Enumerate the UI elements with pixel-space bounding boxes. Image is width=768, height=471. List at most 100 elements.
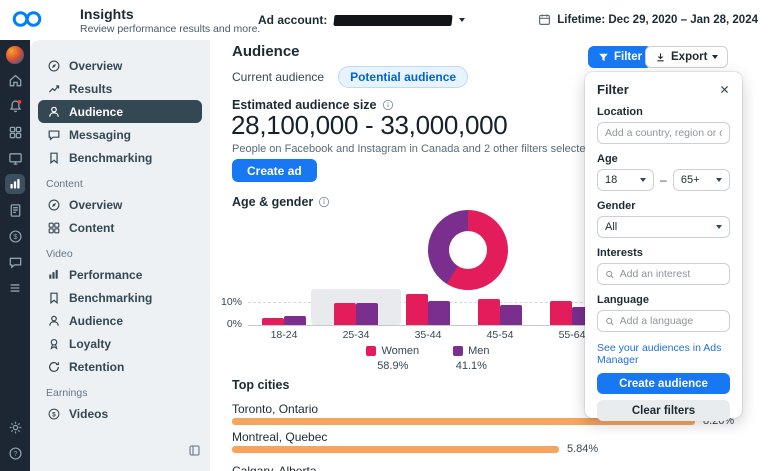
legend-men-swatch: [453, 346, 464, 356]
gender-select[interactable]: All: [597, 216, 730, 238]
chat-icon: [46, 128, 61, 142]
help-icon[interactable]: ?: [5, 443, 25, 463]
bar-men[interactable]: [500, 305, 522, 325]
sidebar-item-video-audience[interactable]: Audience: [38, 309, 202, 332]
interests-input-field[interactable]: [619, 268, 722, 280]
age-group[interactable]: 35-44: [392, 292, 464, 341]
close-icon[interactable]: [719, 84, 730, 95]
medal-icon: [46, 337, 61, 351]
ad-account-selector[interactable]: Ad account:: [258, 12, 466, 28]
legend-men: Men 41.1%: [453, 345, 490, 372]
filter-button-label: Filter: [614, 51, 643, 63]
content-icon[interactable]: [5, 200, 25, 220]
bar-women[interactable]: [550, 300, 572, 325]
x-axis-label: 35-44: [414, 329, 442, 341]
age-gender-legend: Women 58.9% Men 41.1%: [248, 345, 608, 372]
collapse-sidebar-icon[interactable]: [188, 444, 201, 457]
age-gender-heading: Age & gender: [232, 195, 330, 209]
info-icon[interactable]: [318, 196, 330, 208]
language-label: Language: [597, 294, 649, 306]
age-group[interactable]: 45-54: [464, 292, 536, 341]
dollar-icon: $: [46, 407, 61, 421]
age-group[interactable]: 18-24: [248, 292, 320, 341]
date-range-selector[interactable]: Lifetime: Dec 29, 2020 – Jan 28, 2024: [538, 13, 758, 26]
x-axis-label: 25-34: [342, 329, 370, 341]
bar-women[interactable]: [478, 298, 500, 325]
language-input-field[interactable]: [619, 315, 722, 327]
menu-icon[interactable]: [5, 278, 25, 298]
age-max-value: 65+: [680, 174, 700, 186]
bookmark-icon: [46, 151, 61, 165]
city-bar: [232, 446, 559, 453]
bar-women[interactable]: [334, 303, 356, 325]
profile-avatar[interactable]: [6, 46, 24, 64]
sidebar-item-retention[interactable]: Retention: [38, 355, 202, 378]
gender-value: All: [605, 221, 618, 233]
sidebar-item-loyalty[interactable]: Loyalty: [38, 332, 202, 355]
monetization-icon[interactable]: $: [5, 226, 25, 246]
sidebar-item-label: Benchmarking: [69, 150, 153, 165]
location-input-field[interactable]: [605, 127, 722, 139]
legend-women-pct: 58.9%: [377, 360, 409, 372]
compass-icon: [46, 198, 61, 212]
home-icon[interactable]: [5, 70, 25, 90]
settings-icon[interactable]: [5, 417, 25, 437]
interests-label: Interests: [597, 247, 643, 259]
bar-women[interactable]: [262, 318, 284, 325]
sidebar-item-label: Content: [69, 220, 115, 235]
donut-hole: [449, 231, 487, 269]
age-group[interactable]: 25-34: [311, 289, 401, 341]
desktop-icon[interactable]: [5, 148, 25, 168]
people-icon: [46, 105, 61, 119]
sidebar-item-label: Audience: [69, 104, 124, 119]
age-max-select[interactable]: 65+: [672, 169, 730, 191]
language-input[interactable]: [597, 310, 730, 332]
sidebar-item-performance[interactable]: Performance: [38, 263, 202, 286]
apps-grid-icon[interactable]: [5, 122, 25, 142]
download-icon: [657, 52, 664, 61]
bar-men[interactable]: [428, 300, 450, 325]
sidebar-item-overview[interactable]: Overview: [38, 54, 202, 77]
bar-women[interactable]: [406, 294, 428, 325]
filter-button[interactable]: Filter: [588, 46, 653, 68]
age-min-select[interactable]: 18: [597, 169, 655, 191]
sidebar-item-video-benchmarking[interactable]: Benchmarking: [38, 286, 202, 309]
sidebar-item-results[interactable]: Results: [38, 77, 202, 100]
sidebar-item-label: Overview: [69, 58, 123, 73]
export-button[interactable]: Export: [645, 46, 729, 68]
sidebar-item-audience[interactable]: Audience: [38, 100, 202, 123]
search-icon: [606, 317, 614, 325]
sidebar-item-benchmarking[interactable]: Benchmarking: [38, 146, 202, 169]
meta-logo[interactable]: [10, 10, 44, 28]
app-rail: $ ?: [0, 40, 30, 471]
notifications-icon[interactable]: [5, 96, 25, 116]
bar-men[interactable]: [284, 316, 306, 325]
chevron-down-icon: [716, 178, 722, 182]
messages-icon[interactable]: [5, 252, 25, 272]
tab-potential-audience[interactable]: Potential audience: [338, 66, 469, 88]
sidebar-section-content: Content: [46, 178, 83, 190]
sidebar-item-label: Messaging: [69, 127, 132, 142]
svg-text:?: ?: [13, 450, 17, 457]
y-axis-tick-10: 10%: [220, 296, 242, 308]
create-ad-button[interactable]: Create ad: [232, 159, 317, 182]
export-button-label: Export: [671, 51, 708, 63]
sidebar-item-label: Videos: [69, 406, 109, 421]
location-input[interactable]: [597, 122, 730, 144]
tab-current-audience[interactable]: Current audience: [232, 70, 324, 84]
date-range-label: Lifetime: Dec 29, 2020 – Jan 28, 2024: [557, 13, 758, 26]
sidebar-item-content-overview[interactable]: Overview: [38, 193, 202, 216]
sidebar-item-messaging[interactable]: Messaging: [38, 123, 202, 146]
city-label: Toronto, Ontario: [232, 402, 319, 416]
topbar: Insights Review performance results and …: [0, 0, 768, 40]
clear-filters-button[interactable]: Clear filters: [597, 400, 730, 421]
bar-men[interactable]: [356, 303, 378, 325]
interests-input[interactable]: [597, 263, 730, 285]
audiences-manager-link[interactable]: See your audiences in Ads Manager: [597, 342, 730, 366]
sidebar-item-videos[interactable]: $ Videos: [38, 402, 202, 425]
create-audience-button[interactable]: Create audience: [597, 373, 730, 394]
insights-icon[interactable]: [5, 174, 25, 194]
x-axis-label: 45-54: [486, 329, 514, 341]
age-min-value: 18: [605, 174, 618, 186]
sidebar-item-content[interactable]: Content: [38, 216, 202, 239]
